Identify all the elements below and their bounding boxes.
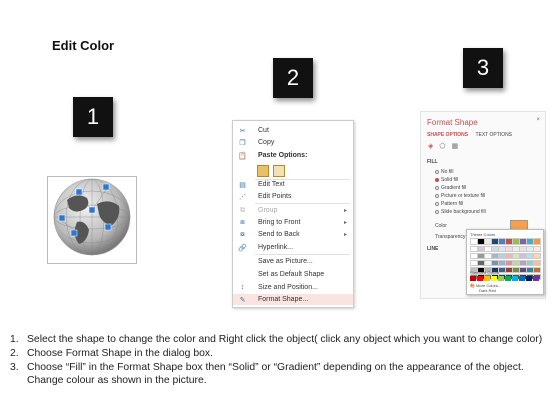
menu-separator xyxy=(255,203,350,204)
color-swatch[interactable] xyxy=(533,276,539,281)
radio-button xyxy=(435,178,439,182)
paste-keep-formatting-icon[interactable] xyxy=(257,165,269,177)
paste-options-buttons xyxy=(257,165,285,177)
menu-item-edit-points[interactable]: ⋰ Edit Points xyxy=(233,191,353,202)
color-tooltip: Dark Red xyxy=(479,288,496,293)
context-menu: ✂ Cut ❐ Copy 📋 Paste Options: ▤ Edit Tex… xyxy=(232,120,354,308)
radio-slide-background-fill[interactable]: Slide background fill xyxy=(435,209,486,215)
size-properties-icon[interactable]: ▦ xyxy=(451,142,458,150)
hyperlink-icon: 🔗 xyxy=(238,244,247,252)
color-swatch[interactable] xyxy=(519,276,525,281)
step-badge-2: 2 xyxy=(273,58,313,98)
group-icon: ⧉ xyxy=(240,206,245,214)
size-position-icon: ↕ xyxy=(240,284,245,291)
color-swatch[interactable] xyxy=(484,276,490,281)
color-swatch[interactable] xyxy=(505,276,511,281)
radio-button xyxy=(435,210,439,214)
theme-colors-label: Theme Colors xyxy=(470,232,496,237)
menu-item-group: ⧉ Group ▸ xyxy=(240,206,347,215)
radio-button xyxy=(435,202,439,206)
step-badge-3: 3 xyxy=(463,48,503,88)
panel-tabs: SHAPE OPTIONS TEXT OPTIONS xyxy=(427,132,518,138)
panel-icon-row: ◈ ⬠ ▦ xyxy=(428,142,458,150)
menu-item-format-shape[interactable]: ✎ Format Shape... xyxy=(233,294,353,305)
color-swatch[interactable] xyxy=(526,276,532,281)
bring-front-icon: ⧈ xyxy=(240,218,245,226)
panel-title: Format Shape xyxy=(427,118,478,127)
menu-item-save-as-picture[interactable]: Save as Picture... xyxy=(233,256,353,267)
radio-solid-fill[interactable]: Solid fill xyxy=(435,177,458,183)
radio-gradient-fill[interactable]: Gradient fill xyxy=(435,185,466,191)
color-swatch[interactable] xyxy=(533,253,541,259)
color-swatch[interactable] xyxy=(491,276,497,281)
format-shape-icon: ✎ xyxy=(239,296,246,304)
color-swatch[interactable] xyxy=(533,246,541,252)
standard-color-grid xyxy=(470,276,539,281)
globe-shape[interactable] xyxy=(47,170,137,260)
transparency-label: Transparency xyxy=(435,234,466,240)
step-badge-1: 1 xyxy=(73,97,113,137)
instruction-list: 1. Select the shape to change the color a… xyxy=(10,333,555,388)
menu-item-copy[interactable]: ❐ Copy xyxy=(233,137,353,148)
tab-shape-options[interactable]: SHAPE OPTIONS xyxy=(427,132,468,138)
scissors-icon: ✂ xyxy=(239,127,246,135)
color-swatch[interactable] xyxy=(533,267,541,273)
menu-item-size-position[interactable]: ↕ Size and Position... xyxy=(233,282,353,293)
fill-section-header[interactable]: FILL xyxy=(427,159,438,165)
color-swatch[interactable] xyxy=(470,276,476,281)
page-title: Edit Color xyxy=(52,38,115,53)
radio-button xyxy=(435,194,439,198)
line-section-header[interactable]: LINE xyxy=(427,246,438,252)
menu-separator xyxy=(255,254,350,255)
paste-picture-icon[interactable] xyxy=(273,165,285,177)
tab-text-options[interactable]: TEXT OPTIONS xyxy=(475,132,512,138)
submenu-arrow-icon: ▸ xyxy=(343,220,347,226)
menu-item-cut[interactable]: ✂ Cut xyxy=(233,125,353,136)
color-swatch[interactable] xyxy=(512,276,518,281)
fill-line-icon[interactable]: ◈ xyxy=(428,142,433,150)
color-swatch[interactable] xyxy=(498,276,504,281)
menu-item-send-to-back[interactable]: ⧇ Send to Back ▸ xyxy=(233,229,353,240)
standard-colors-label: Standard Colors xyxy=(470,270,499,275)
radio-button xyxy=(435,186,439,190)
color-swatch[interactable] xyxy=(533,260,541,266)
radio-picture-fill[interactable]: Picture or texture fill xyxy=(435,193,485,199)
paste-icon: 📋 xyxy=(238,152,247,160)
menu-item-hyperlink[interactable]: 🔗 Hyperlink... xyxy=(233,242,353,253)
submenu-arrow-icon: ▸ xyxy=(343,232,347,238)
close-icon[interactable]: × xyxy=(536,117,540,123)
menu-item-bring-to-front[interactable]: ⧈ Bring to Front ▸ xyxy=(233,217,353,228)
effects-icon[interactable]: ⬠ xyxy=(439,142,445,150)
edit-text-icon: ▤ xyxy=(239,181,246,189)
color-swatch[interactable] xyxy=(533,238,541,245)
color-palette: Theme Colors Standard Colors 🎨 More Colo… xyxy=(466,229,544,295)
radio-pattern-fill[interactable]: Pattern fill xyxy=(435,201,463,207)
menu-item-edit-text[interactable]: ▤ Edit Text xyxy=(233,179,353,190)
list-item: 1. Select the shape to change the color a… xyxy=(10,334,543,345)
copy-icon: ❐ xyxy=(239,139,246,147)
list-item: 3. Choose “Fill” in the Format Shape box … xyxy=(10,361,524,387)
edit-points-icon: ⋰ xyxy=(239,193,246,201)
color-label: Color xyxy=(435,223,447,229)
menu-item-paste-options: 📋 Paste Options: xyxy=(238,152,308,160)
menu-item-set-default-shape[interactable]: Set as Default Shape xyxy=(233,269,353,280)
radio-button xyxy=(435,170,439,174)
color-swatch[interactable] xyxy=(477,276,483,281)
send-back-icon: ⧇ xyxy=(240,230,245,238)
radio-no-fill[interactable]: No fill xyxy=(435,169,454,175)
list-item: 2. Choose Format Shape in the dialog box. xyxy=(10,347,213,359)
submenu-arrow-icon: ▸ xyxy=(343,208,347,214)
